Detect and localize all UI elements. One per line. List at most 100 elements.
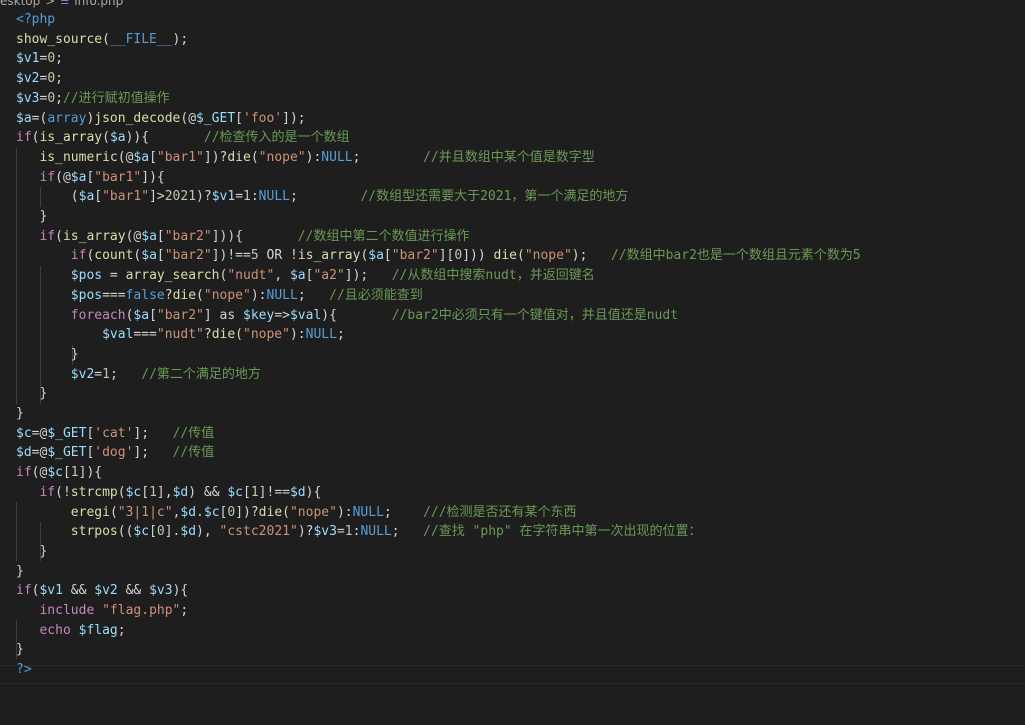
- code-token: 1: [344, 524, 353, 540]
- code-token: strpos: [70, 524, 118, 540]
- code-token: NULL: [360, 524, 392, 540]
- code-token: ])!==: [211, 248, 251, 264]
- code-token: $key: [243, 307, 275, 323]
- code-token: $val: [102, 327, 134, 343]
- code-line: ($a["bar1"]>2021)?$v1=1:NULL; //数组型还需要大于…: [16, 187, 629, 207]
- code-token: "nope": [524, 248, 572, 264]
- code-line: }: [16, 562, 24, 582]
- code-token: ]){: [78, 465, 103, 481]
- code-token: ;: [109, 366, 142, 382]
- code-token: json_decode: [94, 110, 181, 126]
- code-line: $d=@$_GET['dog']; //传值: [16, 443, 214, 463]
- code-token: $v3: [16, 90, 40, 106]
- code-token: ;: [297, 287, 330, 303]
- code-token: ),: [196, 524, 220, 540]
- code-token: ):: [305, 149, 322, 165]
- code-token: ):: [250, 287, 267, 303]
- code-token: =: [102, 268, 126, 284]
- code-token: //检查传入的是一个数组: [203, 130, 350, 146]
- code-token: }: [16, 543, 48, 559]
- code-token: }: [16, 346, 79, 362]
- code-token: $_GET: [196, 110, 236, 126]
- code-token: 0: [47, 71, 56, 87]
- code-token: die: [227, 149, 251, 165]
- code-token: $a: [289, 268, 306, 284]
- code-token: $v2: [94, 583, 118, 599]
- code-token: "bar2": [156, 307, 204, 323]
- code-token: ],: [156, 484, 173, 500]
- code-token: foreach: [70, 307, 126, 323]
- code-token: 1: [70, 465, 79, 481]
- code-token: array: [47, 110, 87, 126]
- code-token: (: [102, 130, 110, 146]
- code-token: ]){: [141, 169, 165, 185]
- code-token: (: [235, 327, 243, 343]
- code-token: )){: [125, 130, 204, 146]
- code-token: "nope": [203, 287, 251, 303]
- code-token: (: [55, 228, 63, 244]
- code-token: (: [102, 31, 110, 47]
- code-token: }: [16, 642, 24, 658]
- code-line: strpos(($c[0].$d), "cstc2021")?$v3=1:NUL…: [16, 522, 702, 542]
- code-token: (: [250, 149, 259, 165]
- code-token: //bar2中必须只有一个键值对，并且值还是nudt: [391, 307, 679, 323]
- code-token: ];: [133, 425, 173, 441]
- code-token: (@: [31, 465, 48, 481]
- code-token: ]!==: [258, 484, 290, 500]
- code-token: "3|1|c": [117, 504, 173, 520]
- code-token: (@: [125, 228, 142, 244]
- code-token: $val: [289, 307, 322, 323]
- code-token: is_array: [297, 248, 361, 264]
- code-token: &&: [62, 583, 95, 599]
- code-token: ?>: [16, 662, 32, 678]
- current-line-highlight: [0, 665, 1025, 684]
- code-token: $d: [180, 504, 197, 520]
- code-token: [: [383, 248, 392, 264]
- code-editor[interactable]: <?php show_source(__FILE__); $v1=0; $v2=0; $…: [0, 10, 1025, 725]
- code-token: ;: [289, 189, 361, 205]
- code-token: //从数组中搜索nudt，并返回键名: [391, 268, 595, 284]
- code-token: ){: [305, 484, 322, 500]
- code-token: if: [16, 465, 32, 481]
- code-token: $v3: [313, 524, 337, 540]
- code-token: )?: [196, 189, 212, 205]
- code-token: 1: [102, 366, 110, 382]
- code-token: ;: [336, 327, 345, 343]
- code-token: "nope": [243, 327, 290, 343]
- code-token: ;: [383, 504, 424, 520]
- breadcrumb-file-name[interactable]: info.php: [74, 0, 123, 8]
- code-line: if(count($a["bar2"])!==5 OR !is_array($a…: [16, 246, 861, 266]
- code-token: die: [493, 248, 517, 264]
- code-token: $a: [109, 130, 126, 146]
- code-token: (: [282, 504, 290, 520]
- code-token: ])?: [235, 504, 259, 520]
- code-token: ,: [274, 268, 290, 284]
- code-line: if($v1 && $v2 && $v3){: [16, 581, 188, 601]
- code-token: $c: [133, 524, 150, 540]
- code-token: ((: [117, 524, 134, 540]
- code-line: <?php: [16, 10, 55, 30]
- code-token: NULL: [305, 327, 337, 343]
- code-line: }: [16, 384, 47, 404]
- code-line: if(@$a["bar1"]){: [16, 168, 165, 188]
- code-token: $v1: [16, 51, 40, 67]
- code-token: $c: [203, 504, 220, 520]
- breadcrumb-folder[interactable]: esktop: [0, 0, 40, 8]
- code-token: if: [16, 130, 32, 146]
- code-line: is_numeric(@$a["bar1"])?die("nope"):NULL…: [16, 148, 594, 168]
- code-token: [: [156, 248, 165, 264]
- code-token: echo: [39, 622, 71, 638]
- breadcrumb-separator: >: [45, 0, 56, 8]
- code-token: [: [156, 228, 165, 244]
- php-file-icon: ☰: [60, 0, 70, 7]
- code-token: (: [196, 287, 204, 303]
- code-token: "bar2": [164, 248, 212, 264]
- code-token: [: [94, 189, 103, 205]
- code-token: false: [125, 287, 165, 303]
- code-token: <?php: [16, 12, 56, 27]
